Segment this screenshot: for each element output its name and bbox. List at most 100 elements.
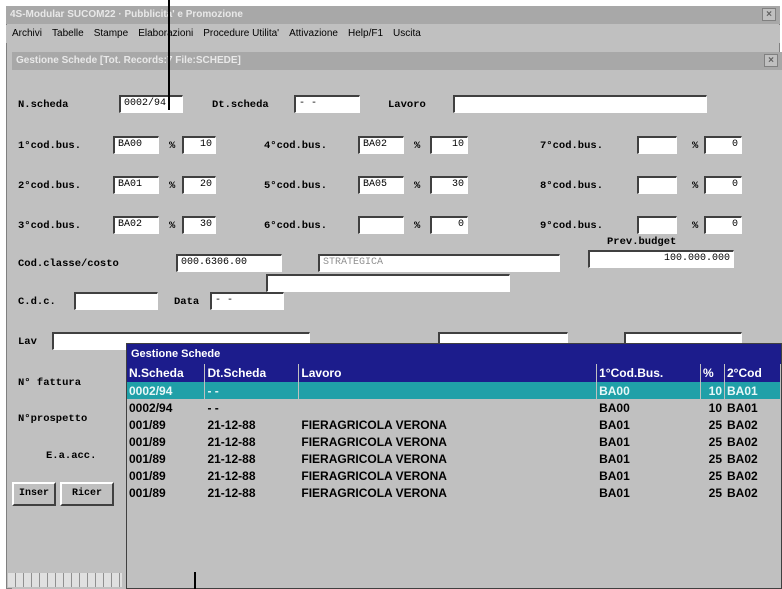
menu-archivi[interactable]: Archivi [12, 25, 42, 43]
cod4-field[interactable]: BA02 [358, 136, 404, 154]
cell-lavoro: FIERAGRICOLA VERONA [298, 467, 598, 484]
menu-elaborazioni[interactable]: Elaborazioni [138, 25, 193, 43]
close-icon[interactable]: × [762, 8, 776, 21]
cod9-label: 9°cod.bus. [540, 220, 604, 232]
lavoro-label: Lavoro [388, 99, 426, 111]
cell-pct: 10 [700, 399, 725, 416]
col-nscheda[interactable]: N.Scheda [127, 364, 206, 382]
table-row[interactable]: 001/89 21-12-88 FIERAGRICOLA VERONA BA01… [127, 433, 781, 450]
cell-lavoro: FIERAGRICOLA VERONA [298, 416, 598, 433]
prev-budget-field[interactable]: 100.000.000 [588, 250, 734, 268]
cod-classe-label: Cod.classe/costo [18, 258, 119, 270]
pct5-label: % [414, 180, 421, 192]
cell-cod2: BA01 [724, 382, 781, 399]
cod8-field[interactable] [637, 176, 677, 194]
table-header: N.Scheda Dt.Scheda Lavoro 1°Cod.Bus. % 2… [127, 364, 781, 382]
col-dtscheda[interactable]: Dt.Scheda [204, 364, 300, 382]
cod5-label: 5°cod.bus. [264, 180, 328, 192]
cell-cod2: BA01 [724, 399, 781, 416]
cell-nscheda: 001/89 [127, 433, 206, 450]
cell-nscheda: 0002/94 [127, 399, 206, 416]
table-row[interactable]: 001/89 21-12-88 FIERAGRICOLA VERONA BA01… [127, 416, 781, 433]
ricer-button[interactable]: Ricer [60, 482, 114, 506]
pct8-label: % [692, 180, 699, 192]
pct7-field[interactable]: 0 [704, 136, 742, 154]
cdc-field[interactable] [74, 292, 158, 310]
lav-label: Lav [18, 336, 37, 348]
table-row[interactable]: 001/89 21-12-88 FIERAGRICOLA VERONA BA01… [127, 450, 781, 467]
cod9-field[interactable] [637, 216, 677, 234]
cod7-field[interactable] [637, 136, 677, 154]
pct5-field[interactable]: 30 [430, 176, 468, 194]
cell-pct: 25 [700, 484, 725, 501]
pct6-label: % [414, 220, 421, 232]
cell-cod1: BA00 [596, 382, 702, 399]
nscheda-field[interactable]: 0002/94 [119, 95, 183, 113]
col-pct[interactable]: % [700, 364, 725, 382]
cod6-field[interactable] [358, 216, 404, 234]
schede-table: N.Scheda Dt.Scheda Lavoro 1°Cod.Bus. % 2… [127, 364, 781, 501]
cdc-label: C.d.c. [18, 296, 56, 308]
menu-stampe[interactable]: Stampe [94, 25, 128, 43]
inser-button[interactable]: Inser [12, 482, 56, 506]
cell-pct: 25 [700, 450, 725, 467]
pct8-field[interactable]: 0 [704, 176, 742, 194]
cell-dtscheda: 21-12-88 [204, 450, 300, 467]
table-row[interactable]: 0002/94 - - BA00 10 BA01 [127, 382, 781, 399]
close-icon[interactable]: × [764, 54, 778, 67]
cod2-field[interactable]: BA01 [113, 176, 159, 194]
cell-cod2: BA02 [724, 467, 781, 484]
cell-pct: 25 [700, 416, 725, 433]
cod5-field[interactable]: BA05 [358, 176, 404, 194]
pct9-field[interactable]: 0 [704, 216, 742, 234]
nfattura-label: N° fattura [18, 377, 82, 389]
cod2-label: 2°cod.bus. [18, 180, 82, 192]
cell-nscheda: 001/89 [127, 467, 206, 484]
pct6-field[interactable]: 0 [430, 216, 468, 234]
menu-attivazione[interactable]: Attivazione [289, 25, 338, 43]
menu-help[interactable]: Help/F1 [348, 25, 383, 43]
menu-uscita[interactable]: Uscita [393, 25, 421, 43]
pct1-field[interactable]: 10 [182, 136, 216, 154]
dtscheda-field[interactable]: - - [294, 95, 360, 113]
table-row[interactable]: 001/89 21-12-88 FIERAGRICOLA VERONA BA01… [127, 467, 781, 484]
cod1-field[interactable]: BA00 [113, 136, 159, 154]
pct3-label: % [169, 220, 176, 232]
pointer-line-bottom [194, 572, 196, 589]
menu-tabelle[interactable]: Tabelle [52, 25, 84, 43]
cell-nscheda: 0002/94 [127, 382, 206, 399]
cod3-field[interactable]: BA02 [113, 216, 159, 234]
cod1-label: 1°cod.bus. [18, 140, 82, 152]
table-row[interactable]: 001/89 21-12-88 FIERAGRICOLA VERONA BA01… [127, 484, 781, 501]
cell-nscheda: 001/89 [127, 450, 206, 467]
cell-dtscheda: 21-12-88 [204, 484, 300, 501]
cell-dtscheda: 21-12-88 [204, 433, 300, 450]
menu-procedure-utilita[interactable]: Procedure Utilita' [203, 25, 279, 43]
lavoro-field[interactable] [453, 95, 707, 113]
gestione-schede-popup: Gestione Schede N.Scheda Dt.Scheda Lavor… [126, 343, 782, 589]
cell-cod1: BA01 [596, 433, 702, 450]
col-cod2[interactable]: 2°Cod [724, 364, 781, 382]
pct3-field[interactable]: 30 [182, 216, 216, 234]
col-lavoro[interactable]: Lavoro [298, 364, 598, 382]
pct2-label: % [169, 180, 176, 192]
cell-nscheda: 001/89 [127, 484, 206, 501]
cod-classe-field[interactable]: 000.6306.00 [176, 254, 282, 272]
pct9-label: % [692, 220, 699, 232]
menu-bar: Archivi Tabelle Stampe Elaborazioni Proc… [6, 25, 780, 43]
cell-dtscheda: 21-12-88 [204, 467, 300, 484]
extra-field[interactable] [266, 274, 510, 292]
pct4-field[interactable]: 10 [430, 136, 468, 154]
cell-lavoro [298, 399, 598, 416]
cell-lavoro [298, 382, 598, 399]
cell-cod1: BA01 [596, 450, 702, 467]
table-row[interactable]: 0002/94 - - BA00 10 BA01 [127, 399, 781, 416]
popup-title: Gestione Schede [127, 344, 781, 364]
cell-cod2: BA02 [724, 484, 781, 501]
col-cod1[interactable]: 1°Cod.Bus. [596, 364, 702, 382]
data-field[interactable]: - - [210, 292, 284, 310]
cod6-label: 6°cod.bus. [264, 220, 328, 232]
pct2-field[interactable]: 20 [182, 176, 216, 194]
pct1-label: % [169, 140, 176, 152]
cell-dtscheda: 21-12-88 [204, 416, 300, 433]
